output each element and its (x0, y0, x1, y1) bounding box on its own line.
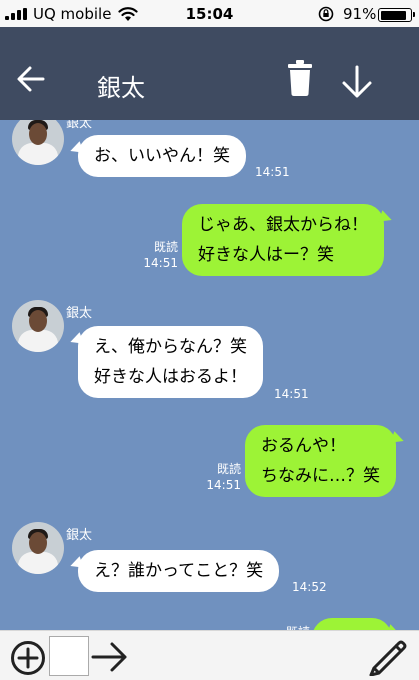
sender-name: 銀太 (66, 306, 93, 321)
status-bar: UQ mobile 15:04 91% (0, 0, 419, 27)
timestamp: 14:51 (206, 478, 241, 492)
message-input[interactable] (49, 636, 89, 676)
message-text-line: 好きな人はー？笑 (198, 245, 334, 265)
trash-icon[interactable] (287, 60, 313, 96)
read-receipt: 既読 (216, 462, 241, 476)
message-bubble-outgoing[interactable]: じゃあ、銀太からね！ 好きな人はー？笑 (182, 204, 384, 276)
avatar[interactable] (12, 300, 64, 352)
sender-name: 銀太 (66, 528, 93, 543)
message-text: え？誰かってこと？笑 (94, 561, 264, 581)
timestamp: 14:51 (255, 165, 290, 179)
pencil-icon[interactable] (368, 638, 408, 676)
send-arrow-icon[interactable] (91, 641, 129, 673)
message-time: 14:52 (292, 579, 327, 595)
message-text-line: おるんや！ (261, 436, 346, 456)
plus-circle-icon[interactable] (10, 640, 46, 676)
timestamp: 14:52 (292, 580, 327, 594)
chat-header: 銀太 (0, 27, 419, 120)
message-meta: 既読 14:51 (201, 461, 241, 493)
battery-icon (378, 8, 415, 22)
chat-title: 銀太 (97, 74, 145, 102)
chat-area[interactable]: 銀太 お、いいやん！笑 14:51 既読 14:51 じゃあ、銀太からね！ 好き… (0, 120, 419, 630)
message-bubble-incoming[interactable]: お、いいやん！笑 (78, 135, 246, 177)
message-text: お、いいやん！笑 (94, 146, 230, 166)
message-text-line: え、俺からなん？笑 (94, 337, 247, 357)
message-bubble-outgoing[interactable] (312, 618, 392, 630)
read-receipt: 既読 (153, 240, 178, 254)
timestamp: 14:51 (143, 256, 178, 270)
message-bubble-outgoing[interactable]: おるんや！ ちなみに…？笑 (245, 425, 396, 497)
sender-name: 銀太 (66, 120, 93, 131)
download-icon[interactable] (340, 65, 374, 99)
message-text-line: じゃあ、銀太からね！ (198, 215, 368, 235)
avatar[interactable] (12, 120, 64, 165)
orientation-lock-icon (318, 6, 334, 22)
battery-fill (380, 10, 406, 20)
back-arrow-icon[interactable] (16, 65, 46, 93)
timestamp: 14:51 (274, 387, 309, 401)
avatar[interactable] (12, 522, 64, 574)
message-text-line: ちなみに…？笑 (261, 466, 380, 486)
message-time: 14:51 (255, 164, 290, 180)
message-bubble-incoming[interactable]: え、俺からなん？笑 好きな人はおるよ！ (78, 326, 263, 398)
battery-percent: 91% (343, 5, 377, 23)
message-time: 14:51 (274, 386, 309, 402)
message-meta: 既読 14:51 (138, 239, 178, 271)
message-bubble-incoming[interactable]: え？誰かってこと？笑 (78, 550, 280, 592)
input-bar (0, 630, 419, 680)
message-text-line: 好きな人はおるよ！ (94, 367, 247, 387)
